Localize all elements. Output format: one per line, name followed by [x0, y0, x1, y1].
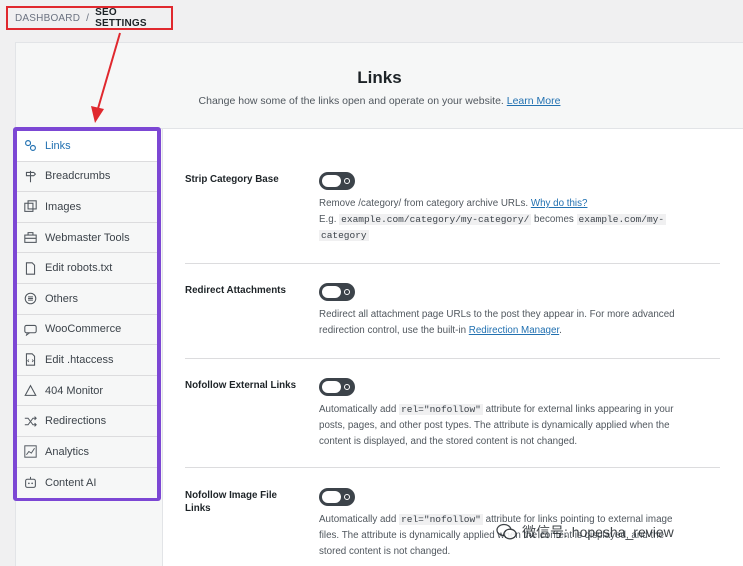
toolbox-icon	[22, 230, 38, 246]
learn-more-link[interactable]: Learn More	[507, 95, 561, 107]
watermark: 微信号: hopesha_review	[496, 522, 674, 542]
card-header: Links Change how some of the links open …	[16, 43, 743, 129]
list-circle-icon	[22, 291, 38, 307]
description-end: .	[559, 325, 562, 336]
sidebar-item-woocommerce[interactable]: WooCommerce	[17, 314, 157, 346]
sidebar-item-robots[interactable]: Edit robots.txt	[17, 253, 157, 284]
rel-nofollow-code: rel="nofollow"	[399, 404, 483, 415]
setting-label: Strip Category Base	[185, 174, 279, 185]
shuffle-icon	[22, 413, 38, 429]
page-title: Links	[357, 68, 402, 87]
example-code-from: example.com/category/my-category/	[339, 214, 532, 225]
redirection-manager-link[interactable]: Redirection Manager	[469, 325, 559, 336]
example-mid: becomes	[534, 214, 574, 225]
sidebar-item-label: Breadcrumbs	[45, 170, 111, 183]
description-line: stored content is not changed.	[319, 546, 451, 557]
nofollow-image-toggle[interactable]	[319, 488, 355, 506]
sidebar-item-label: Webmaster Tools	[45, 231, 130, 244]
settings-content: Strip Category Base Remove /category/ fr…	[163, 129, 743, 566]
sidebar-item-label: WooCommerce	[45, 323, 122, 336]
setting-label: Nofollow Image File Links	[185, 490, 277, 514]
description-text: Automatically add	[319, 514, 397, 525]
setting-description: Remove /category/ from category archive …	[319, 196, 721, 244]
description-line: content is displayed, and the stored con…	[319, 436, 578, 447]
sidebar-item-label: Others	[45, 292, 79, 305]
sidebar-item-label: Links	[45, 139, 71, 152]
description-line: category	[319, 228, 721, 244]
signpost-icon	[22, 168, 38, 184]
why-do-this-link[interactable]: Why do this?	[531, 198, 588, 209]
sidebar-item-label: Edit robots.txt	[45, 262, 113, 275]
sidebar-item-content-ai[interactable]: Content AI	[17, 467, 157, 499]
warning-icon	[22, 383, 38, 399]
setting-label: Nofollow External Links	[185, 380, 297, 391]
sidebar-item-label: Edit .htaccess	[45, 353, 114, 366]
example-code-to: example.com/my-	[576, 214, 667, 225]
redirect-attachments-toggle[interactable]	[319, 283, 355, 301]
settings-sidebar: Links Breadcrumbs Images Webmaster Tools…	[13, 127, 161, 501]
sidebar-item-redirections[interactable]: Redirections	[17, 406, 157, 437]
description-text: redirection control, use the built-in	[319, 325, 467, 336]
example-code-to-cont: category	[319, 230, 369, 241]
wechat-icon	[496, 523, 517, 540]
setting-redirect-attachments: Redirect Attachments Redirect all attach…	[185, 283, 721, 359]
sidebar-item-label: Content AI	[45, 476, 97, 489]
setting-nofollow-external: Nofollow External Links Automatically ad…	[185, 378, 721, 468]
sidebar-item-breadcrumbs[interactable]: Breadcrumbs	[17, 161, 157, 193]
sidebar-item-label: Redirections	[45, 415, 107, 428]
sidebar-item-images[interactable]: Images	[17, 192, 157, 223]
setting-label: Redirect Attachments	[185, 285, 286, 296]
description-line: Remove /category/ from category archive …	[319, 196, 721, 212]
description-line: redirection control, use the built-in Re…	[319, 323, 721, 339]
description-line: posts, pages, and other post types. The …	[319, 420, 670, 431]
sidebar-item-links[interactable]: Links	[17, 131, 157, 162]
images-icon	[22, 199, 38, 215]
page-subtitle: Change how some of the links open and op…	[16, 95, 743, 107]
sidebar-item-label: 404 Monitor	[45, 384, 104, 397]
chart-icon	[22, 444, 38, 460]
link-icon	[22, 138, 38, 154]
sidebar-item-404-monitor[interactable]: 404 Monitor	[17, 375, 157, 407]
description-text: attribute for external links appearing i…	[485, 404, 674, 415]
setting-description: Redirect all attachment page URLs to the…	[319, 307, 721, 339]
sidebar-item-webmaster-tools[interactable]: Webmaster Tools	[17, 222, 157, 254]
sidebar-item-others[interactable]: Others	[17, 283, 157, 315]
page-subtitle-text: Change how some of the links open and op…	[198, 95, 504, 107]
sidebar-item-htaccess[interactable]: Edit .htaccess	[17, 345, 157, 376]
description-line: E.g. example.com/category/my-category/ b…	[319, 212, 721, 228]
sidebar-item-label: Analytics	[45, 445, 90, 458]
sidebar-item-label: Images	[45, 200, 82, 213]
description-text: Automatically add	[319, 404, 397, 415]
description-line: Redirect all attachment page URLs to the…	[319, 309, 675, 320]
breadcrumb-separator: /	[86, 12, 90, 24]
nofollow-external-toggle[interactable]	[319, 378, 355, 396]
watermark-text: 微信号: hopesha_review	[522, 524, 674, 540]
woocommerce-icon	[22, 321, 38, 337]
robot-icon	[22, 475, 38, 491]
sidebar-item-analytics[interactable]: Analytics	[17, 436, 157, 468]
file-icon	[22, 260, 38, 276]
breadcrumb: DASHBOARD / SEO SETTINGS	[6, 6, 173, 30]
description-line: Automatically add rel="nofollow" attribu…	[319, 402, 721, 418]
file-code-icon	[22, 352, 38, 368]
example-prefix: E.g.	[319, 214, 337, 225]
strip-category-toggle[interactable]	[319, 172, 355, 190]
setting-description: Automatically add rel="nofollow" attribu…	[319, 402, 721, 450]
rel-nofollow-code: rel="nofollow"	[399, 514, 483, 525]
breadcrumb-current: SEO SETTINGS	[95, 7, 147, 29]
breadcrumb-dashboard[interactable]: DASHBOARD	[15, 13, 80, 24]
description-text: Remove /category/ from category archive …	[319, 198, 529, 209]
setting-strip-category-base: Strip Category Base Remove /category/ fr…	[185, 172, 721, 264]
